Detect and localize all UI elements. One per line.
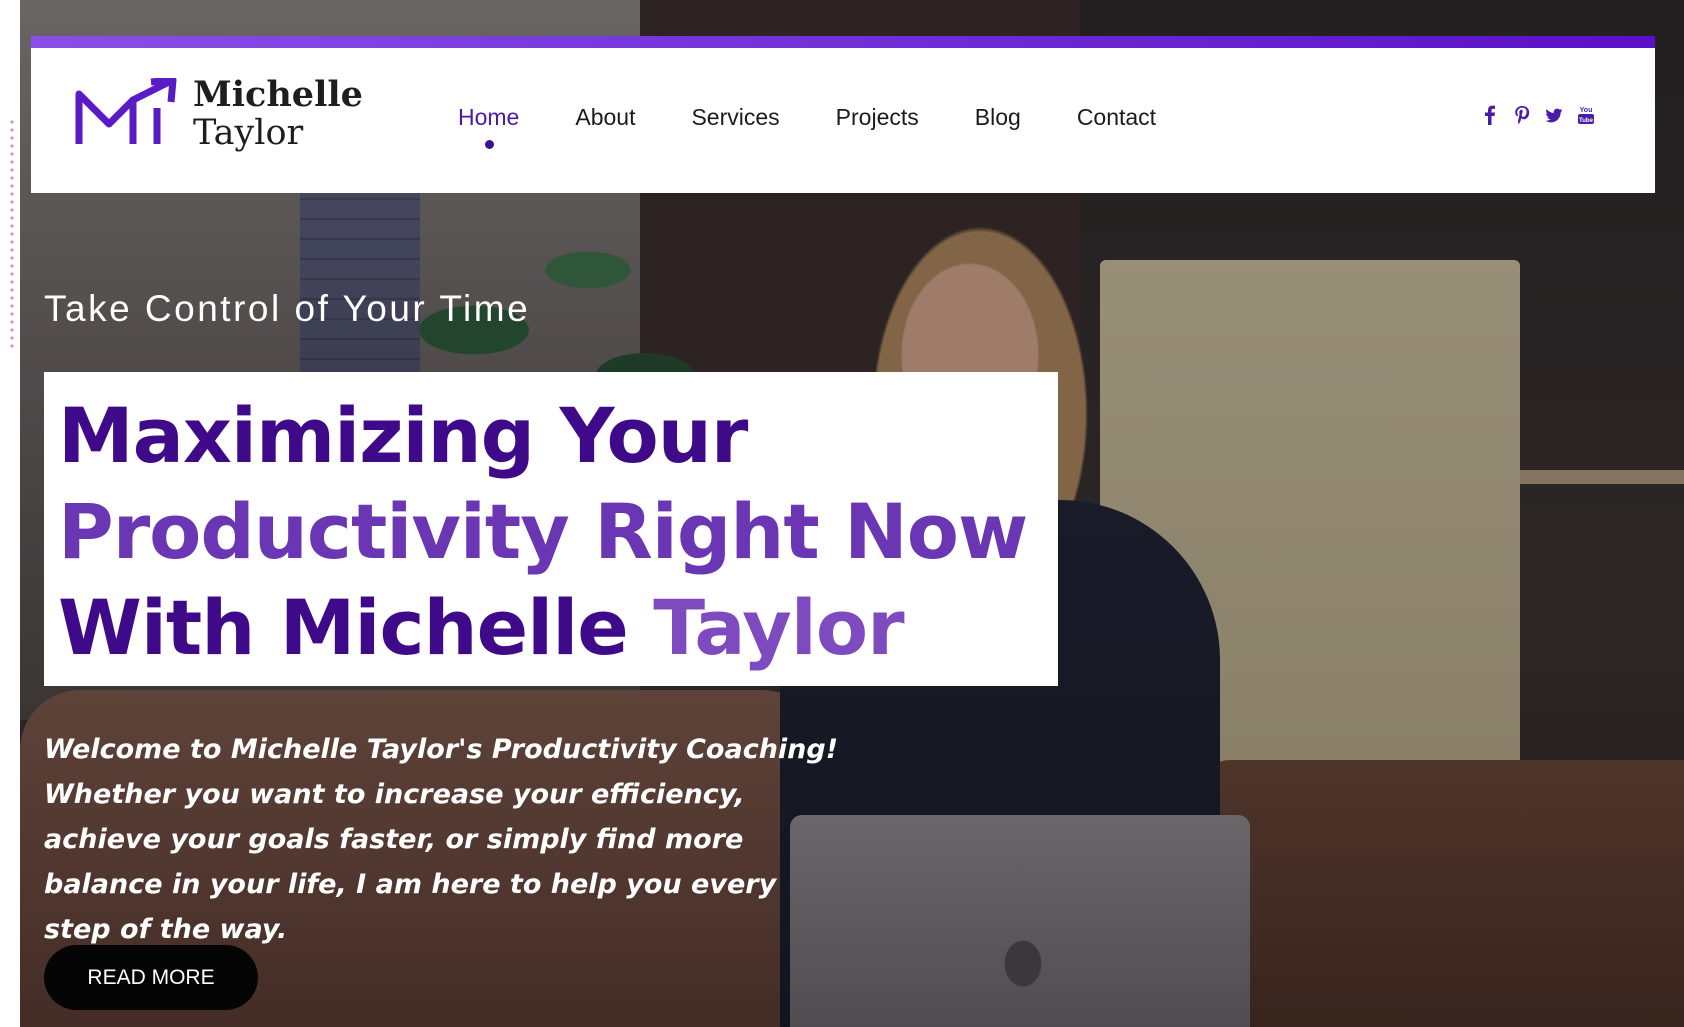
read-more-button[interactable]: READ MORE xyxy=(44,945,258,1010)
nav-item-label: Contact xyxy=(1076,104,1157,130)
nav-item-blog[interactable]: Blog xyxy=(975,104,1021,131)
social-links: Tube You xyxy=(1481,104,1595,126)
hero-tagline: Take Control of Your Time xyxy=(44,288,531,329)
nav-item-label: About xyxy=(575,104,636,130)
nav-item-label: Blog xyxy=(974,104,1021,130)
site-logo[interactable]: Michelle Taylor xyxy=(73,76,363,152)
nav-item-services[interactable]: Services xyxy=(691,104,779,131)
nav-item-about[interactable]: About xyxy=(575,104,635,131)
pinterest-icon[interactable] xyxy=(1513,104,1531,126)
left-edge-strip xyxy=(0,0,20,1027)
logo-wordmark: Michelle Taylor xyxy=(193,74,363,153)
main-nav: Home About Services Projects Blog Contac… xyxy=(458,104,1212,149)
hero-headline-box: Maximizing Your Productivity Right Now W… xyxy=(44,372,1058,686)
hero-intro-text: Welcome to Michelle Taylor's Productivit… xyxy=(44,734,839,945)
active-indicator-dot xyxy=(484,140,494,149)
youtube-icon[interactable]: Tube You xyxy=(1577,104,1595,126)
headline-line-1: Maximizing Your xyxy=(58,391,748,480)
headline-line-3-part-2: Taylor xyxy=(653,583,904,672)
nav-item-label: Home xyxy=(458,104,520,130)
nav-item-label: Projects xyxy=(835,104,919,130)
headline-line-2: Productivity Right Now xyxy=(58,487,1028,576)
dotted-decoration xyxy=(9,118,15,348)
facebook-icon[interactable] xyxy=(1481,104,1499,126)
headline-line-3-part-1: With Michelle xyxy=(58,583,654,672)
twitter-icon[interactable] xyxy=(1545,104,1563,126)
svg-text:You: You xyxy=(1580,107,1593,114)
headline-line-3: With Michelle Taylor xyxy=(58,580,1044,676)
nav-item-projects[interactable]: Projects xyxy=(836,104,919,131)
nav-item-label: Services xyxy=(691,104,780,130)
nav-item-contact[interactable]: Contact xyxy=(1077,104,1156,131)
site-header: Michelle Taylor Home About Services Proj… xyxy=(31,36,1655,193)
logo-name-first: Michelle xyxy=(193,74,363,115)
m-arrow-logo-icon xyxy=(75,78,177,144)
nav-item-home[interactable]: Home xyxy=(458,104,520,149)
logo-name-last: Taylor xyxy=(193,113,304,153)
svg-text:Tube: Tube xyxy=(1579,118,1594,124)
